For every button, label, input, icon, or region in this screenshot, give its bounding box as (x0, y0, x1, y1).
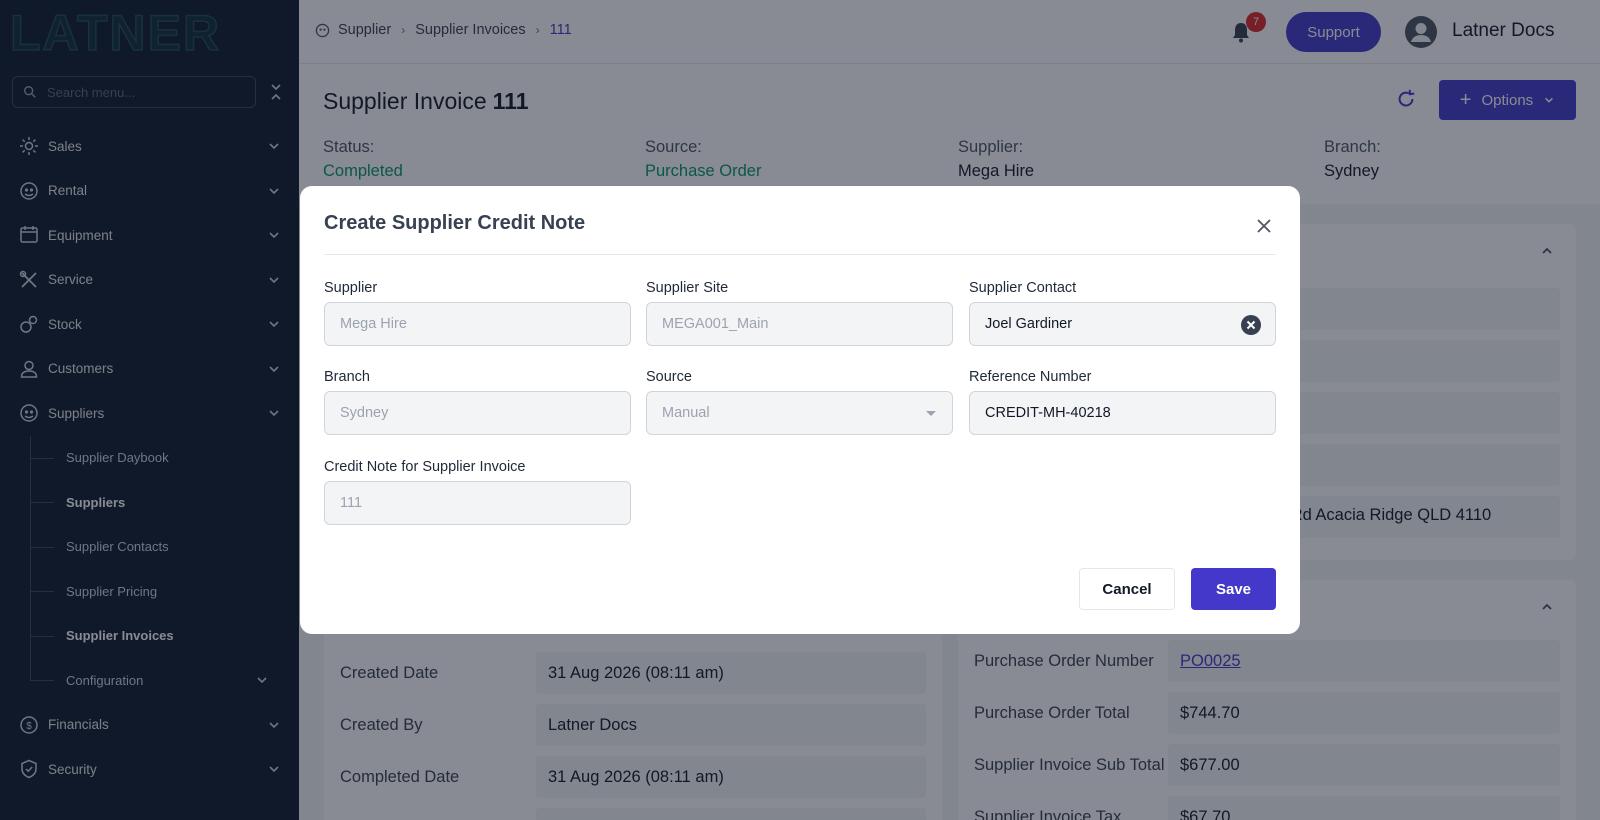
branch-field: Sydney (324, 391, 631, 435)
supplier-contact-value: Joel Gardiner (985, 316, 1073, 332)
source-select: Manual (646, 391, 953, 435)
reference-number-input[interactable]: CREDIT-MH-40218 (969, 391, 1276, 435)
supplier-site-label: Supplier Site (646, 280, 729, 296)
supplier-field: Mega Hire (324, 302, 631, 346)
supplier-site-field: MEGA001_Main (646, 302, 953, 346)
supplier-contact-select[interactable]: Joel Gardiner (969, 302, 1276, 346)
credit-for-invoice-value: 111 (340, 495, 363, 511)
branch-label: Branch (324, 369, 370, 385)
source-value: Manual (662, 405, 710, 421)
supplier-value: Mega Hire (340, 316, 407, 332)
supplier-contact-label: Supplier Contact (969, 280, 1077, 296)
create-credit-note-modal: Create Supplier Credit Note Supplier Meg… (300, 186, 1300, 634)
reference-number-label: Reference Number (969, 369, 1092, 385)
credit-for-invoice-field: 111 (324, 481, 631, 525)
caret-down-icon (926, 411, 936, 416)
supplier-site-value: MEGA001_Main (662, 316, 769, 332)
reference-number-value: CREDIT-MH-40218 (985, 405, 1111, 421)
credit-for-invoice-label: Credit Note for Supplier Invoice (324, 459, 526, 475)
cancel-button[interactable]: Cancel (1079, 568, 1175, 610)
clear-icon[interactable] (1241, 315, 1261, 335)
modal-title: Create Supplier Credit Note (324, 212, 586, 234)
modal-divider (324, 254, 1276, 255)
source-label: Source (646, 369, 692, 385)
branch-value: Sydney (340, 405, 389, 421)
save-button[interactable]: Save (1191, 568, 1276, 610)
close-icon[interactable] (1252, 214, 1276, 238)
supplier-label: Supplier (324, 280, 378, 296)
